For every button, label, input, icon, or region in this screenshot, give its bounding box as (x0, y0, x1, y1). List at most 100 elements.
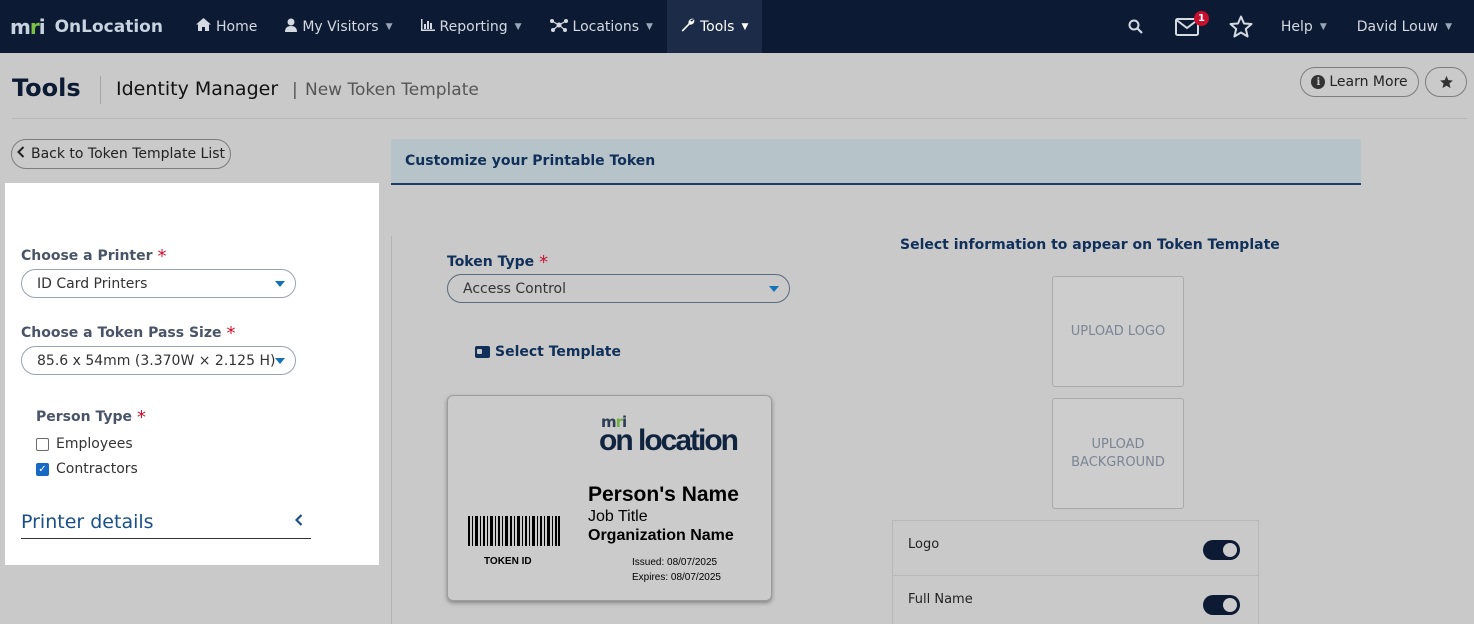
nav-home[interactable]: Home (182, 0, 271, 53)
toggle-row-logo: Logo (892, 520, 1259, 575)
dropdown-arrow-icon (275, 358, 285, 364)
breadcrumb-separator: | (292, 80, 298, 100)
breadcrumb-new-token-template: New Token Template (305, 80, 479, 100)
toggle-full-name-label: Full Name (908, 591, 973, 607)
required-marker: * (157, 246, 167, 267)
dropdown-arrow-icon (275, 281, 285, 287)
nav-right-group: 1 Help ▼ David Louw ▼ (1113, 0, 1474, 53)
printer-details-label: Printer details (21, 511, 154, 533)
person-type-label: Person Type * (36, 405, 146, 428)
token-type-select[interactable]: Access Control (447, 274, 790, 303)
page-title: Tools (12, 74, 81, 102)
home-icon (196, 18, 211, 35)
printer-select-value: ID Card Printers (37, 275, 148, 292)
printer-label: Choose a Printer * (21, 244, 167, 267)
user-icon (285, 18, 298, 36)
upload-logo-button[interactable]: UPLOAD LOGO (1052, 276, 1184, 387)
contractors-checkbox[interactable]: ✓ (36, 462, 49, 476)
card-person-name: Person's Name (588, 483, 739, 506)
chevron-down-icon: ▼ (741, 21, 749, 32)
select-info-title: Select information to appear on Token Te… (900, 237, 1280, 253)
chevron-down-icon: ▼ (1445, 21, 1452, 32)
header-divider (12, 118, 1467, 119)
section-divider (391, 236, 392, 624)
customize-banner-title: Customize your Printable Token (405, 153, 656, 169)
upload-background-button[interactable]: UPLOAD BACKGROUND (1052, 398, 1184, 509)
person-type-label-text: Person Type (36, 409, 132, 425)
favorites-button[interactable] (1215, 0, 1267, 53)
star-icon (1439, 75, 1453, 89)
add-favorite-button[interactable] (1425, 67, 1467, 97)
chevron-left-icon (17, 146, 25, 162)
messages-button[interactable]: 1 (1159, 0, 1215, 53)
nav-reporting-label: Reporting (439, 18, 508, 35)
card-issued-date: Issued: 08/07/2025 (632, 557, 718, 568)
breadcrumb-identity-manager: Identity Manager (116, 78, 279, 100)
chevron-down-icon: ▼ (1319, 21, 1327, 32)
chevron-down-icon: ▼ (646, 21, 653, 32)
token-type-label-text: Token Type (447, 254, 535, 270)
star-icon (1229, 15, 1253, 38)
nav-help[interactable]: Help ▼ (1267, 0, 1343, 53)
required-marker: * (539, 252, 549, 273)
barcode-icon (468, 516, 560, 546)
learn-more-button[interactable]: i Learn More (1300, 67, 1419, 97)
nav-tools[interactable]: Tools ▼ (666, 0, 763, 53)
info-icon: i (1311, 75, 1326, 89)
chevron-down-icon: ▼ (385, 21, 393, 32)
contractors-label: Contractors (56, 461, 138, 477)
token-field-toggle-list: Logo Full Name (892, 520, 1259, 624)
dropdown-arrow-icon (769, 286, 779, 292)
brand-name: OnLocation (54, 16, 163, 37)
required-marker: * (226, 323, 236, 344)
printer-select[interactable]: ID Card Printers (21, 269, 296, 298)
card-job-title: Job Title (588, 508, 648, 525)
nav-locations[interactable]: Locations ▼ (536, 0, 667, 53)
nav-locations-label: Locations (572, 18, 640, 35)
employees-checkbox[interactable] (36, 437, 49, 451)
printer-details-toggle[interactable]: Printer details (21, 506, 311, 539)
upload-background-label: UPLOAD BACKGROUND (1071, 436, 1165, 470)
nav-help-label: Help (1280, 18, 1313, 35)
top-navbar: mri OnLocation Home My Visitors ▼ Report… (0, 0, 1474, 53)
nav-reporting[interactable]: Reporting ▼ (407, 0, 536, 53)
brand-logo[interactable]: mri OnLocation (0, 0, 182, 53)
nav-user-menu[interactable]: David Louw ▼ (1343, 0, 1474, 53)
network-icon (549, 18, 568, 36)
chevron-down-icon: ▼ (514, 21, 522, 32)
person-type-contractors[interactable]: ✓ Contractors (36, 461, 138, 477)
select-template-button[interactable]: Select Template (475, 344, 621, 360)
token-type-select-value: Access Control (463, 280, 566, 297)
nav-my-visitors-label: My Visitors (302, 18, 379, 35)
back-to-token-template-list-button[interactable]: Back to Token Template List (11, 139, 231, 169)
nav-home-label: Home (216, 18, 258, 35)
toggle-logo-switch[interactable] (1203, 540, 1240, 560)
token-preview-card: mri on location Person's Name Job Title … (447, 395, 772, 601)
upload-logo-label: UPLOAD LOGO (1070, 323, 1166, 339)
employees-label: Employees (56, 436, 133, 452)
learn-more-label: Learn More (1329, 74, 1408, 90)
search-icon (1128, 19, 1144, 34)
title-divider (100, 76, 101, 104)
card-logo-name: on location (599, 424, 739, 457)
back-button-label: Back to Token Template List (30, 146, 226, 162)
token-type-label: Token Type * (447, 250, 549, 273)
printer-settings-panel: Choose a Printer * ID Card Printers Choos… (5, 183, 379, 565)
card-expires-date: Expires: 08/07/2025 (632, 572, 721, 583)
person-type-employees[interactable]: Employees (36, 436, 133, 452)
brand-mri-mark: mri (10, 14, 46, 39)
chart-icon (420, 18, 435, 35)
notification-badge: 1 (1193, 11, 1209, 26)
wrench-icon (681, 18, 695, 36)
toggle-full-name-switch[interactable] (1203, 595, 1240, 615)
pass-size-select[interactable]: 85.6 x 54mm (3.370W × 2.125 H) (21, 346, 296, 375)
search-button[interactable] (1113, 0, 1159, 53)
pass-size-label-text: Choose a Token Pass Size (21, 325, 222, 341)
pass-size-label: Choose a Token Pass Size * (21, 321, 236, 344)
chevron-left-icon (294, 514, 303, 530)
user-name: David Louw (1356, 18, 1439, 35)
nav-my-visitors[interactable]: My Visitors ▼ (271, 0, 406, 53)
required-marker: * (136, 407, 146, 428)
printer-label-text: Choose a Printer (21, 248, 153, 264)
toggle-logo-label: Logo (908, 536, 940, 552)
